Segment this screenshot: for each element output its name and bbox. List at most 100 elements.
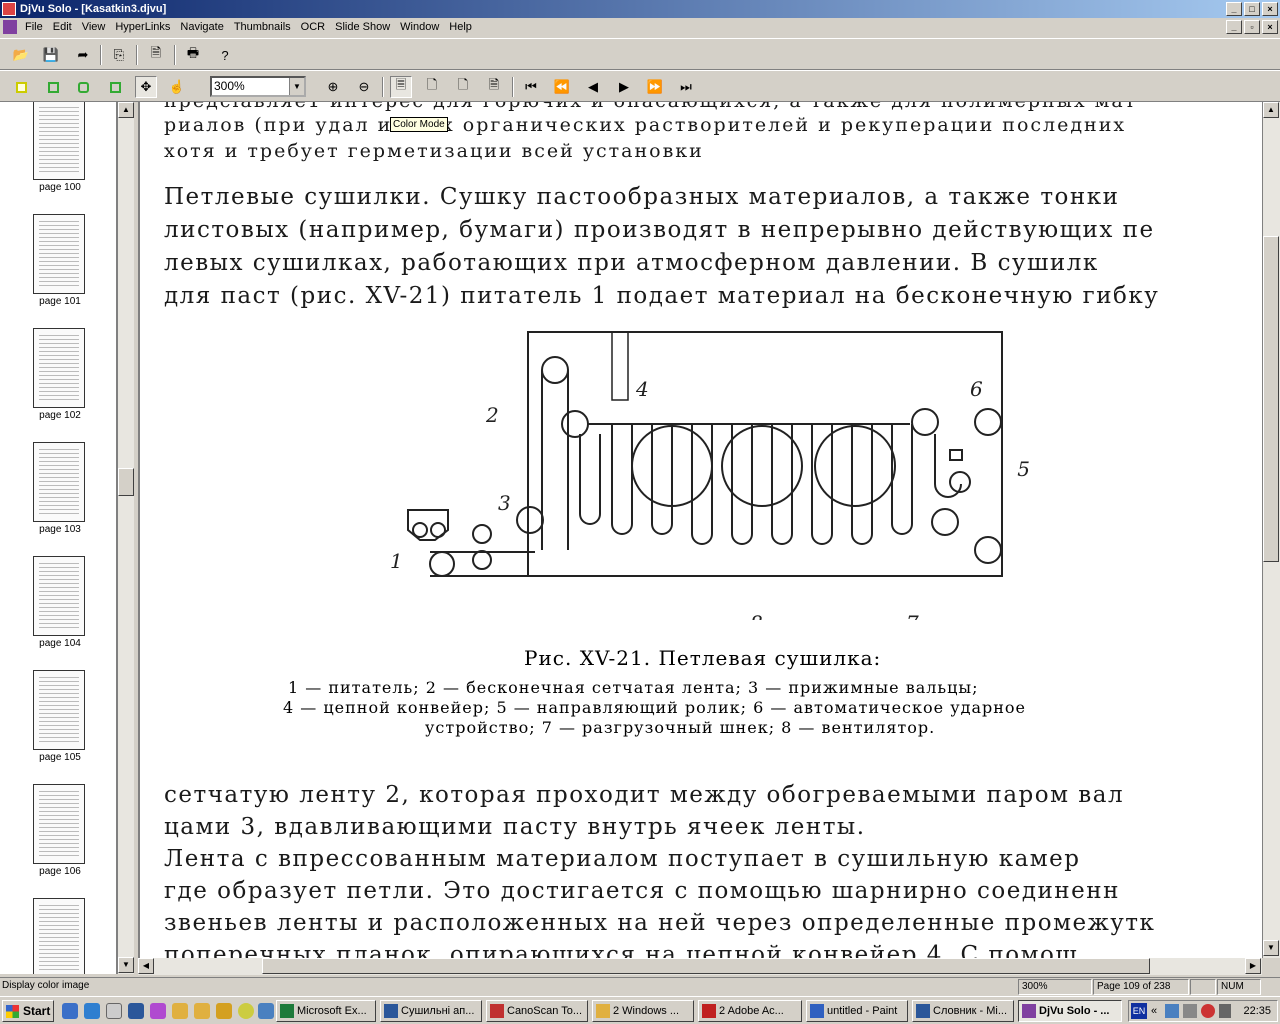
word-icon[interactable] bbox=[128, 1003, 144, 1019]
figure-label-8: 8 bbox=[750, 611, 763, 620]
menu-navigate[interactable]: Navigate bbox=[175, 18, 228, 37]
open-folder-icon[interactable]: 📂 bbox=[10, 44, 32, 66]
thumbnail-page-101[interactable] bbox=[33, 214, 85, 294]
tool-icon[interactable] bbox=[194, 1003, 210, 1019]
task-windows-group[interactable]: 2 Windows ... bbox=[592, 1000, 694, 1022]
zoom-in-icon[interactable]: ⊕ bbox=[322, 76, 344, 98]
menu-edit[interactable]: Edit bbox=[48, 18, 77, 37]
scroll-down-icon[interactable]: ▼ bbox=[118, 957, 134, 973]
menu-bar: File Edit View HyperLinks Navigate Thumb… bbox=[0, 18, 1280, 37]
mask-mode-icon[interactable]: 🗋 bbox=[421, 76, 443, 98]
pan-move-icon[interactable]: ✥ bbox=[135, 76, 157, 98]
task-excel[interactable]: Microsoft Ex... bbox=[276, 1000, 376, 1022]
thumbnail-page-106[interactable] bbox=[33, 784, 85, 864]
doc-minimize-button[interactable]: _ bbox=[1226, 20, 1242, 34]
doc-close-button[interactable]: × bbox=[1262, 20, 1278, 34]
task-canoscan[interactable]: CanoScan To... bbox=[486, 1000, 588, 1022]
select-zone-icon[interactable] bbox=[72, 76, 94, 98]
scroll-left-icon[interactable]: ◀ bbox=[138, 958, 154, 974]
thumbnail-page-100[interactable] bbox=[33, 102, 85, 180]
last-page-icon[interactable]: ⏭ bbox=[675, 76, 697, 98]
clock[interactable]: 22:35 bbox=[1243, 1001, 1271, 1021]
thumbnail-page-102[interactable] bbox=[33, 328, 85, 408]
scroll-up-icon[interactable]: ▲ bbox=[118, 102, 134, 118]
properties-icon[interactable]: 🗎 bbox=[145, 44, 167, 66]
thumbnail-page-104[interactable] bbox=[33, 556, 85, 636]
tray-network-icon[interactable] bbox=[1165, 1004, 1179, 1018]
document-horizontal-scrollbar[interactable]: ◀ ▶ bbox=[138, 958, 1262, 975]
chevron-down-icon[interactable]: ▼ bbox=[289, 78, 304, 95]
zoom-out-icon[interactable]: ⊖ bbox=[353, 76, 375, 98]
scrollbar-thumb[interactable] bbox=[118, 468, 134, 496]
color-mode-icon[interactable]: 🗏 bbox=[390, 76, 412, 98]
text-line: цами 3, вдавливающими пасту внутрь ячеек… bbox=[164, 814, 866, 840]
doc-restore-button[interactable]: ▫ bbox=[1244, 20, 1260, 34]
duct-outline bbox=[611, 332, 629, 401]
copy-icon[interactable]: ⎘ bbox=[108, 44, 130, 66]
menu-window[interactable]: Window bbox=[395, 18, 444, 37]
menu-help[interactable]: Help bbox=[444, 18, 477, 37]
folder-icon[interactable] bbox=[172, 1003, 188, 1019]
tool-icon[interactable] bbox=[216, 1003, 232, 1019]
thumbnail-page-105[interactable] bbox=[33, 670, 85, 750]
tray-app-icon[interactable] bbox=[1183, 1004, 1197, 1018]
scrollbar-thumb[interactable] bbox=[1263, 236, 1279, 562]
select-region-icon[interactable] bbox=[42, 76, 64, 98]
menu-view[interactable]: View bbox=[77, 18, 111, 37]
first-page-icon[interactable]: ⏮ bbox=[520, 76, 542, 98]
thumbnail-page-107[interactable] bbox=[33, 898, 85, 974]
next-page-icon[interactable]: ▶ bbox=[613, 76, 635, 98]
app-icon[interactable] bbox=[150, 1003, 166, 1019]
close-button[interactable]: × bbox=[1262, 2, 1278, 16]
prev-five-pages-icon[interactable]: ⏪ bbox=[551, 76, 573, 98]
save-icon[interactable]: 💾 bbox=[40, 44, 62, 66]
background-mode-icon[interactable]: 🗎 bbox=[483, 76, 505, 98]
menu-slide-show[interactable]: Slide Show bbox=[330, 18, 395, 37]
network-icon[interactable] bbox=[258, 1003, 274, 1019]
tray-antivirus-icon[interactable] bbox=[1201, 1004, 1215, 1018]
menu-thumbnails[interactable]: Thumbnails bbox=[229, 18, 296, 37]
menu-ocr[interactable]: OCR bbox=[296, 18, 330, 37]
task-adobe-group[interactable]: 2 Adobe Ac... bbox=[698, 1000, 802, 1022]
thumbnail-page-103[interactable] bbox=[33, 442, 85, 522]
start-button[interactable]: Start bbox=[2, 1000, 54, 1022]
browser-icon[interactable] bbox=[84, 1003, 100, 1019]
ie-icon[interactable] bbox=[62, 1003, 78, 1019]
maximize-button[interactable]: □ bbox=[1244, 2, 1260, 16]
print-icon[interactable]: 🖶 bbox=[182, 44, 204, 66]
language-indicator[interactable]: EN bbox=[1131, 1003, 1147, 1019]
media-icon[interactable] bbox=[238, 1003, 254, 1019]
tray-expand-icon[interactable]: « bbox=[1151, 1001, 1157, 1021]
foreground-mode-icon[interactable]: 🗋 bbox=[452, 76, 474, 98]
document-viewer[interactable]: предсiавляе1 интерес для горючих и опаса… bbox=[138, 102, 1262, 958]
task-djvu-solo[interactable]: DjVu Solo - ... bbox=[1018, 1000, 1122, 1022]
prev-page-icon[interactable]: ◀ bbox=[582, 76, 604, 98]
tray-volume-icon[interactable] bbox=[1219, 1004, 1231, 1018]
zoom-select[interactable]: 300% ▼ bbox=[210, 76, 306, 97]
document-icon[interactable] bbox=[3, 20, 17, 34]
scroll-right-icon[interactable]: ▶ bbox=[1245, 958, 1261, 974]
minimize-button[interactable]: _ bbox=[1226, 2, 1242, 16]
task-word[interactable]: Сушильні ап... bbox=[380, 1000, 482, 1022]
menu-hyperlinks[interactable]: HyperLinks bbox=[110, 18, 175, 37]
task-slovnyk[interactable]: Словник - Mi... bbox=[912, 1000, 1014, 1022]
select-text-icon[interactable] bbox=[104, 76, 126, 98]
document-vertical-scrollbar[interactable]: ▲ ▼ bbox=[1262, 102, 1280, 958]
thumbnails-scrollbar[interactable]: ▲ ▼ bbox=[117, 102, 134, 974]
status-bar: Display color image 300% Page 109 of 238… bbox=[0, 977, 1280, 996]
scroll-up-icon[interactable]: ▲ bbox=[1263, 102, 1279, 118]
djvu-app-icon[interactable] bbox=[2, 2, 16, 16]
scroll-down-icon[interactable]: ▼ bbox=[1263, 940, 1279, 956]
select-rect-icon[interactable] bbox=[10, 76, 32, 98]
task-label: 2 Adobe Ac... bbox=[719, 1005, 784, 1017]
scrollbar-thumb[interactable] bbox=[262, 958, 1150, 974]
figure-caption-title: Рис. XV-21. Петлевая сушилка: bbox=[524, 646, 882, 670]
menu-file[interactable]: File bbox=[20, 18, 48, 37]
export-icon[interactable]: ➦ bbox=[72, 44, 94, 66]
help-icon[interactable]: ? bbox=[214, 44, 236, 66]
next-five-pages-icon[interactable]: ⏩ bbox=[644, 76, 666, 98]
figure-label-1: 1 bbox=[390, 549, 403, 573]
hand-tool-icon[interactable]: ☝ bbox=[166, 76, 188, 98]
task-paint[interactable]: untitled - Paint bbox=[806, 1000, 908, 1022]
desktop-icon[interactable] bbox=[106, 1003, 122, 1019]
